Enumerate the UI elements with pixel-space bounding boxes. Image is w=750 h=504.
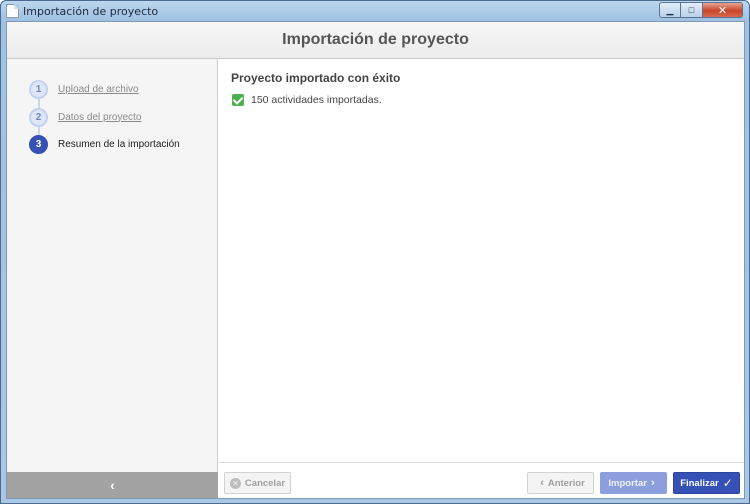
success-check-icon	[232, 94, 244, 106]
chevron-left-icon: ‹	[540, 477, 544, 489]
previous-button-label: Anterior	[547, 477, 585, 489]
minimize-button[interactable]: ▁	[659, 2, 681, 18]
maximize-button[interactable]: □	[681, 2, 703, 18]
step-label[interactable]: Datos del proyecto	[58, 112, 141, 123]
import-button[interactable]: Importar ›	[600, 472, 667, 494]
chevron-left-icon: ‹	[110, 477, 115, 493]
cancel-button-label: Cancelar	[244, 477, 286, 489]
chevron-right-icon: ›	[650, 477, 655, 489]
cancel-circle-icon: ✕	[229, 477, 241, 489]
result-title: Proyecto importado con éxito	[231, 71, 401, 85]
result-item: 150 actividades importadas.	[232, 94, 382, 106]
main-content: Proyecto importado con éxito 150 activid…	[219, 59, 744, 498]
step-label: Resumen de la importación	[58, 138, 180, 150]
checkmark-icon: ✓	[722, 476, 733, 490]
finish-button-label: Finalizar	[680, 477, 719, 489]
page-title: Importación de proyecto	[282, 31, 469, 48]
application-window: Importación de proyecto ▁ □ ✕ Importació…	[0, 0, 750, 504]
step-import-summary: 3 Resumen de la importación	[29, 134, 180, 154]
finish-button[interactable]: Finalizar ✓	[673, 472, 740, 494]
sidebar-collapse-button[interactable]: ‹	[7, 472, 218, 498]
result-text: 150 actividades importadas.	[251, 94, 382, 106]
step-number-badge: 3	[29, 134, 48, 154]
title-bar[interactable]: Importación de proyecto ▁ □ ✕	[1, 1, 749, 21]
step-number-badge: 2	[29, 107, 48, 127]
window-title: Importación de proyecto	[23, 5, 159, 18]
close-button[interactable]: ✕	[703, 2, 743, 18]
app-document-icon	[6, 4, 19, 18]
cancel-button[interactable]: ✕ Cancelar	[224, 472, 291, 494]
step-project-data[interactable]: 2 Datos del proyecto	[29, 107, 141, 127]
import-button-label: Importar	[608, 477, 647, 489]
dialog-client-area: Importación de proyecto 1 Upload de arch…	[6, 21, 745, 499]
step-upload-file[interactable]: 1 Upload de archivo	[29, 79, 139, 99]
wizard-steps-sidebar: 1 Upload de archivo 2 Datos del proyecto…	[7, 59, 218, 498]
step-number-badge: 1	[29, 79, 48, 99]
wizard-footer: ✕ Cancelar ‹ Anterior Importar › Finaliz…	[219, 462, 744, 498]
window-controls: ▁ □ ✕	[659, 2, 743, 18]
previous-button[interactable]: ‹ Anterior	[527, 472, 594, 494]
dialog-header: Importación de proyecto	[7, 22, 744, 59]
step-label[interactable]: Upload de archivo	[58, 84, 139, 95]
